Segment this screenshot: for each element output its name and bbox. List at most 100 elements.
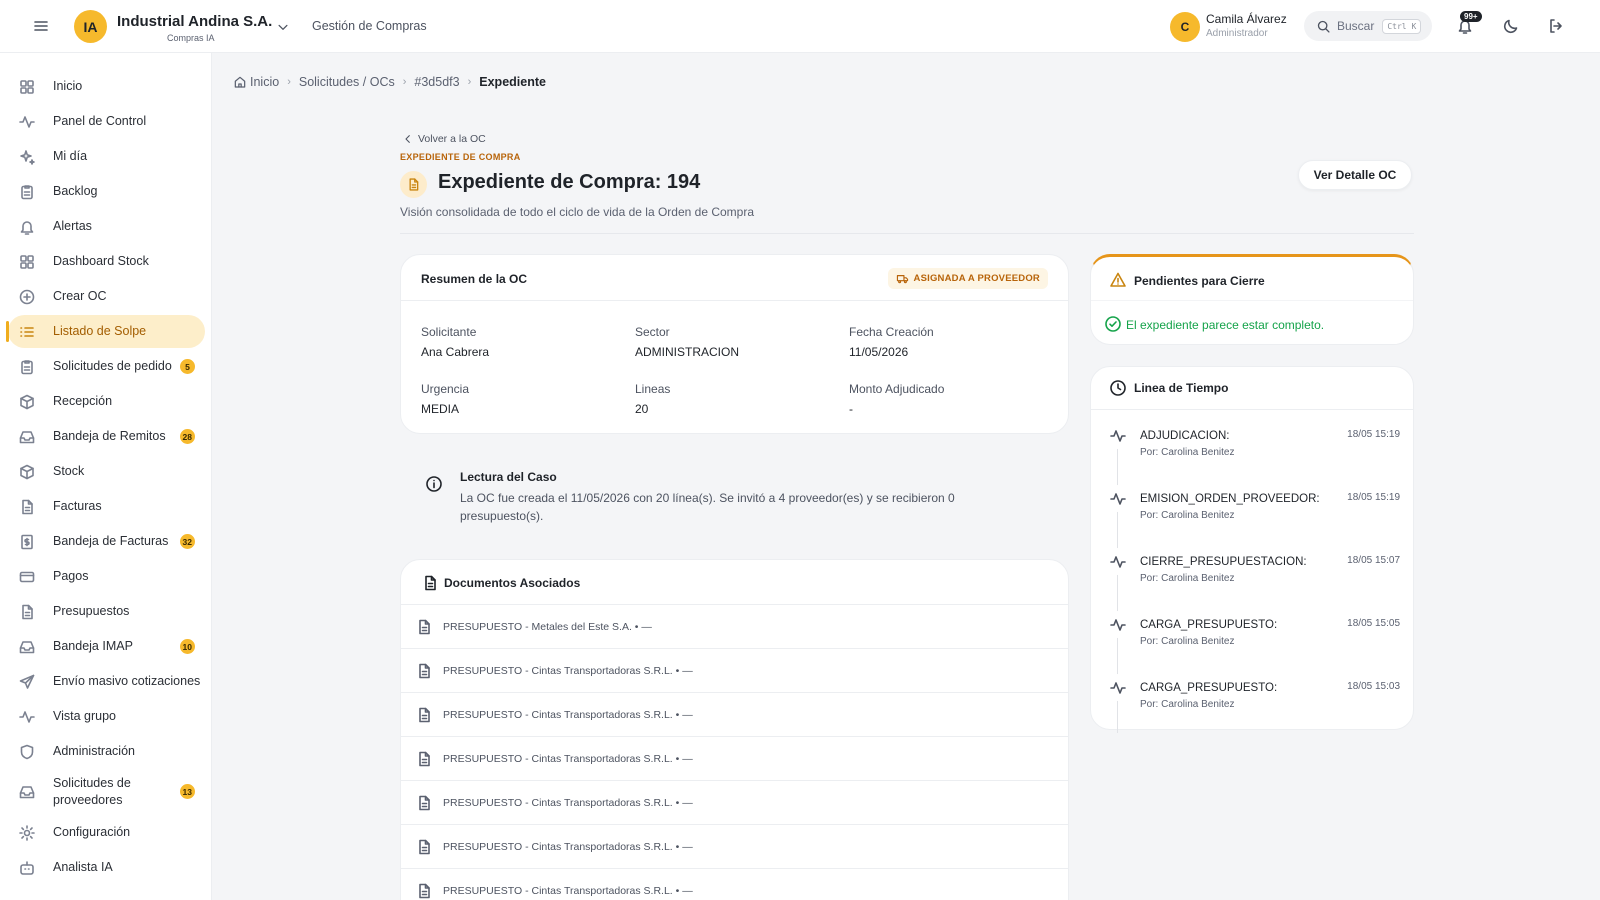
menu-icon[interactable]	[32, 17, 50, 35]
sidebar-item-recepcion[interactable]: Recepción	[8, 385, 205, 418]
sidebar-item-label: Alertas	[53, 219, 92, 234]
user-name: Camila Álvarez	[1206, 12, 1287, 26]
timeline-event: CARGA_PRESUPUESTO:	[1140, 619, 1278, 631]
document-row[interactable]: PRESUPUESTO - Cintas Transportadoras S.R…	[401, 648, 1069, 692]
grid-icon	[20, 79, 34, 94]
sidebar-item-mi-dia[interactable]: Mi día	[8, 140, 205, 173]
sidebar-item-facturas[interactable]: Facturas	[8, 490, 205, 523]
bot-icon	[20, 860, 34, 875]
sidebar-item-presupuestos[interactable]: Presupuestos	[8, 595, 205, 628]
sidebar-item-crear-oc[interactable]: Crear OC	[8, 280, 205, 313]
plus-circle-icon	[19, 289, 35, 304]
sidebar-item-bandeja-imap[interactable]: Bandeja IMAP 10	[8, 630, 205, 663]
sidebar-item-label: Listado de Solpe	[53, 324, 147, 339]
sidebar-item-label: Mi día	[53, 149, 88, 164]
breadcrumb-home[interactable]: Inicio	[250, 75, 279, 89]
sidebar-item-dashboard-stock[interactable]: Dashboard Stock	[8, 245, 205, 278]
sidebar-item-stock[interactable]: Stock	[8, 455, 205, 488]
count-badge: 13	[179, 784, 195, 799]
view-detail-button[interactable]: Ver Detalle OC	[1298, 160, 1412, 190]
count-badge: 32	[179, 534, 195, 549]
search-button[interactable]: Buscar Ctrl K	[1304, 11, 1432, 41]
activity-icon	[1104, 548, 1131, 575]
sidebar-item-vista-grupo[interactable]: Vista grupo	[8, 700, 205, 733]
sidebar-item-label: Bandeja IMAP	[53, 639, 133, 654]
sidebar-item-label: Recepción	[53, 394, 113, 409]
file-icon	[22, 604, 33, 619]
sidebar-item-solicitudes-de-proveedores[interactable]: Solicitudes de proveedores 13	[8, 770, 205, 814]
sidebar-item-label: Envío masivo cotizaciones	[53, 674, 201, 689]
timeline-author: Por: Carolina Benitez	[1140, 573, 1235, 584]
inbox-icon	[19, 786, 35, 799]
sidebar-item-administracion[interactable]: Administración	[8, 735, 205, 768]
breadcrumb-separator: ›	[402, 76, 407, 88]
sidebar-item-label: Panel de Control	[53, 114, 147, 129]
breadcrumb-oc-id[interactable]: #3d5df3	[414, 75, 459, 89]
home-icon[interactable]	[233, 75, 247, 89]
bell-icon	[20, 220, 34, 235]
sidebar-item-bandeja-de-facturas[interactable]: Bandeja de Facturas 32	[8, 525, 205, 558]
activity-icon	[19, 115, 35, 128]
package-icon	[20, 394, 34, 409]
sidebar-item-panel-de-control[interactable]: Panel de Control	[8, 105, 205, 138]
sidebar-item-bandeja-de-remitos[interactable]: Bandeja de Remitos 28	[8, 420, 205, 453]
document-icon	[400, 171, 427, 198]
sidebar-item-pagos[interactable]: Pagos	[8, 560, 205, 593]
logout-icon[interactable]	[1547, 17, 1565, 35]
field-label: Solicitante	[421, 325, 477, 339]
back-link[interactable]: Volver a la OC	[402, 133, 486, 145]
sidebar-item-listado-de-solpe[interactable]: Listado de Solpe	[6, 315, 205, 348]
document-row[interactable]: PRESUPUESTO - Cintas Transportadoras S.R…	[401, 780, 1069, 824]
sidebar-item-label: Facturas	[53, 499, 102, 514]
summary-card: Resumen de la OC ASIGNADA A PROVEEDOR So…	[400, 254, 1069, 434]
chevron-down-icon[interactable]	[276, 20, 290, 34]
count-badge: 10	[179, 639, 195, 654]
company-subtitle: Compras IA	[167, 33, 215, 43]
sidebar-item-solicitudes-de-pedido[interactable]: Solicitudes de pedido 5	[8, 350, 205, 383]
field-label: Monto Adjudicado	[849, 382, 945, 396]
avatar[interactable]: C	[1170, 12, 1200, 42]
sidebar-item-label: Administración	[53, 744, 135, 759]
sidebar-item-label: Solicitudes de proveedores	[53, 776, 131, 807]
field-value: 11/05/2026	[849, 345, 909, 359]
user-role: Administrador	[1206, 28, 1268, 39]
timeline-author: Por: Carolina Benitez	[1140, 447, 1235, 458]
sidebar-item-label: Crear OC	[53, 289, 107, 304]
status-badge: ASIGNADA A PROVEEDOR	[887, 268, 1048, 289]
sidebar-item-label: Vista grupo	[53, 709, 117, 724]
timeline-event: CIERRE_PRESUPUESTACION:	[1140, 556, 1307, 568]
breadcrumb-solicitudes[interactable]: Solicitudes / OCs	[299, 75, 395, 89]
timeline-author: Por: Carolina Benitez	[1140, 510, 1235, 521]
timeline-time: 18/05 15:19	[1347, 492, 1400, 503]
moon-icon[interactable]	[1502, 17, 1520, 35]
field-value: 20	[635, 402, 649, 416]
sidebar-item-alertas[interactable]: Alertas	[8, 210, 205, 243]
file-icon	[425, 575, 436, 591]
breadcrumb-current: Expediente	[479, 75, 546, 89]
timeline-time: 18/05 15:03	[1347, 681, 1400, 692]
company-logo: IA	[74, 10, 107, 43]
document-row[interactable]: PRESUPUESTO - Cintas Transportadoras S.R…	[401, 824, 1069, 868]
check-circle-icon	[1105, 316, 1121, 332]
company-name[interactable]: Industrial Andina S.A.	[117, 13, 272, 30]
field-label: Sector	[635, 325, 670, 339]
sidebar-item-envio-masivo[interactable]: Envío masivo cotizaciones	[8, 665, 205, 698]
document-row[interactable]: PRESUPUESTO - Metales del Este S.A. • —	[401, 604, 1069, 648]
sidebar-item-label: Backlog	[53, 184, 98, 199]
sidebar-item-configuracion[interactable]: Configuración	[8, 816, 205, 849]
timeline-author: Por: Carolina Benitez	[1140, 699, 1235, 710]
document-row[interactable]: PRESUPUESTO - Cintas Transportadoras S.R…	[401, 736, 1069, 780]
document-label: PRESUPUESTO - Cintas Transportadoras S.R…	[443, 664, 693, 677]
sidebar-item-analista-ia[interactable]: Analista IA	[8, 851, 205, 884]
documents-card: Documentos Asociados PRESUPUESTO - Metal…	[400, 559, 1069, 900]
sidebar-item-label: Inicio	[53, 79, 83, 94]
file-icon	[419, 883, 430, 898]
field-value: ADMINISTRACION	[635, 345, 740, 359]
breadcrumb-separator: ›	[467, 76, 472, 88]
document-row[interactable]: PRESUPUESTO - Cintas Transportadoras S.R…	[401, 692, 1069, 736]
sidebar-item-backlog[interactable]: Backlog	[8, 175, 205, 208]
document-row[interactable]: PRESUPUESTO - Cintas Transportadoras S.R…	[401, 868, 1069, 900]
document-label: PRESUPUESTO - Cintas Transportadoras S.R…	[443, 796, 693, 809]
sidebar-item-inicio[interactable]: Inicio	[8, 70, 205, 103]
shield-icon	[20, 744, 34, 759]
